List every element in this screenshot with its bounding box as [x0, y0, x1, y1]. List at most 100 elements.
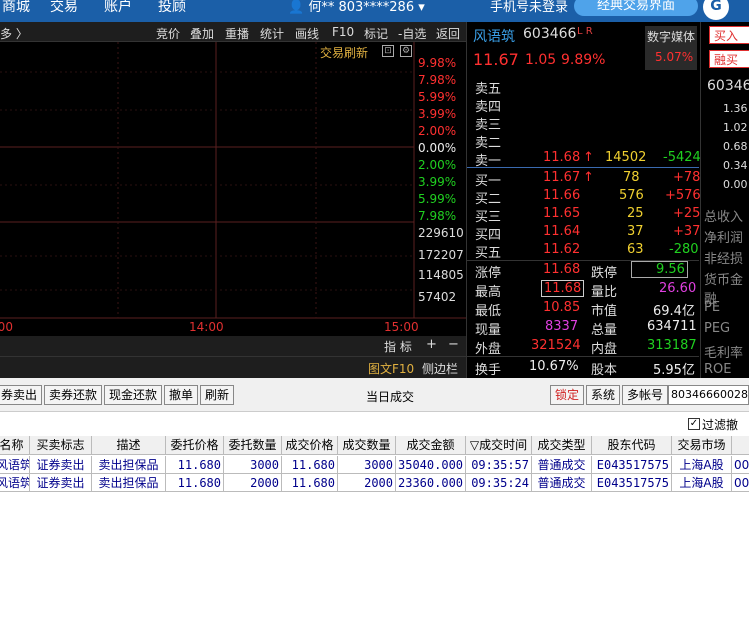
- sell-level-3: 卖三: [475, 118, 502, 133]
- arrow-up-icon: ↑: [583, 150, 594, 165]
- buy-level-4[interactable]: 买四 11.64 37 +37: [473, 224, 701, 243]
- col-header[interactable]: 成交价格: [282, 436, 338, 454]
- sell-securities-button[interactable]: 券卖出: [0, 385, 43, 405]
- col-header[interactable]: 成交类型: [532, 436, 592, 454]
- time-label: 14:00: [189, 320, 224, 334]
- toolbar-stats[interactable]: 统计: [260, 25, 284, 42]
- time-label: 9:00: [0, 320, 13, 334]
- toolbar-remove-watch[interactable]: -自选: [398, 25, 426, 42]
- sidebar-toggle[interactable]: 侧边栏: [422, 360, 458, 377]
- col-header-sorted[interactable]: ▽成交时间: [466, 436, 532, 454]
- zoom-out-button[interactable]: −: [448, 337, 459, 352]
- account-select[interactable]: 803466600286: [668, 385, 749, 405]
- volume-label: 172207: [418, 248, 464, 262]
- multi-account-button[interactable]: 多帐号: [622, 385, 669, 405]
- pct-label: 2.00%: [418, 124, 457, 138]
- side-label: PE: [704, 300, 721, 315]
- pct-label: 5.99%: [418, 90, 457, 104]
- col-header[interactable]: 成交数量: [338, 436, 396, 454]
- buy-level-1[interactable]: 买一 11.67 ↑ 78 +78: [473, 170, 701, 189]
- circle-menu-button[interactable]: G: [703, 0, 729, 20]
- stock-selector[interactable]: 多 〉: [0, 25, 28, 42]
- stats-row-low: 最低 10.85 市值 69.4亿: [475, 300, 695, 319]
- f10-tab[interactable]: 图文F10: [368, 360, 414, 377]
- sell-level-5: 卖五: [475, 82, 502, 97]
- col-header[interactable]: 描述: [92, 436, 166, 454]
- cancel-order-button[interactable]: 撤单: [164, 385, 199, 405]
- buy-level-2[interactable]: 买二 11.66 576 +576: [473, 188, 701, 207]
- buy-level-3[interactable]: 买三 11.65 25 +25: [473, 206, 701, 225]
- margin-buy-button[interactable]: 融买: [709, 50, 749, 68]
- trade-panel-toolbar: 券卖出 卖券还款 现金还款 撤单 刷新 当日成交 锁定 系统 多帐号 80346…: [0, 378, 749, 412]
- toolbar-overlay[interactable]: 叠加: [190, 25, 214, 42]
- col-header[interactable]: 委托价格: [166, 436, 224, 454]
- toolbar-replay[interactable]: 重播: [225, 25, 249, 42]
- col-header[interactable]: 名称: [0, 436, 30, 454]
- indicator-bar: 指 标 + −: [0, 336, 466, 356]
- pct-label-zero: 0.00%: [418, 141, 457, 155]
- chart-footer: 图文F10 侧边栏: [0, 356, 466, 378]
- orderbook-divider: [467, 167, 699, 168]
- stats-divider-2: [467, 356, 699, 357]
- stock-code: 603466: [523, 26, 577, 42]
- toolbar-auction[interactable]: 竞价: [156, 25, 180, 42]
- side-label: 毛利率: [704, 346, 744, 361]
- right-side-panel: 买入 融买 60346 1.36 1.02 0.68 0.34 0.00 总收入…: [700, 22, 749, 378]
- buy-button[interactable]: 买入: [709, 26, 749, 44]
- top-nav-bar: 商城 交易 账户 投顾 👤 何** 803****286 ▾ 手机号未登录 经典…: [0, 0, 749, 22]
- toolbar-f10[interactable]: F10: [332, 25, 354, 39]
- settings-icon[interactable]: ⚙: [400, 45, 412, 57]
- refresh-button[interactable]: 刷新: [200, 385, 235, 405]
- system-button[interactable]: 系统: [586, 385, 621, 405]
- side-value: 1.02: [723, 121, 748, 134]
- nav-advisor[interactable]: 投顾: [158, 0, 186, 16]
- pct-label: 5.99%: [418, 192, 457, 206]
- sell-repay-button[interactable]: 卖券还款: [44, 385, 103, 405]
- pct-label: 9.98%: [418, 56, 457, 70]
- indicator-button[interactable]: 指 标: [384, 338, 412, 355]
- sector-tag[interactable]: 数字媒体 5.07%: [645, 26, 697, 70]
- pct-label: 2.00%: [418, 158, 457, 172]
- chart-grid: [0, 42, 466, 319]
- volume-label: 114805: [418, 268, 464, 282]
- toolbar-back[interactable]: 返回: [436, 25, 460, 42]
- volume-label: 229610: [418, 226, 464, 240]
- nav-trade[interactable]: 交易: [50, 0, 78, 16]
- pct-label: 3.99%: [418, 107, 457, 121]
- classic-trade-button[interactable]: 经典交易界面: [574, 0, 698, 16]
- cash-repay-button[interactable]: 现金还款: [104, 385, 163, 405]
- side-stock-code: 60346: [707, 78, 749, 94]
- user-icon: 👤: [288, 0, 305, 15]
- col-header[interactable]: 委托数量: [224, 436, 282, 454]
- trade-refresh-label[interactable]: 交易刷新: [320, 44, 368, 61]
- col-header[interactable]: 买卖标志: [30, 436, 92, 454]
- col-header[interactable]: 成交金额: [396, 436, 466, 454]
- nav-mall[interactable]: 商城: [2, 0, 30, 16]
- table-row[interactable]: 风语筑 证券卖出 卖出担保品 11.680 3000 11.680 3000 3…: [0, 456, 749, 474]
- buy-level-5[interactable]: 买五 11.62 63 -280: [473, 242, 701, 261]
- intraday-chart[interactable]: 交易刷新 ⊡ ⚙ 9.98% 7.98% 5.99% 3.99% 2.00% 0…: [0, 42, 466, 336]
- lock-button[interactable]: 锁定: [550, 385, 585, 405]
- nav-account[interactable]: 账户: [104, 0, 132, 16]
- zoom-in-button[interactable]: +: [426, 337, 437, 352]
- stock-name: 风语筑: [473, 29, 515, 45]
- sell-level-4: 卖四: [475, 100, 502, 115]
- toolbar-draw[interactable]: 画线: [295, 25, 319, 42]
- phone-login-link[interactable]: 手机号未登录: [490, 0, 568, 15]
- sector-name: 数字媒体: [647, 30, 696, 44]
- toolbar-mark[interactable]: 标记: [364, 25, 388, 42]
- col-header[interactable]: 交易市场: [672, 436, 732, 454]
- window-icon[interactable]: ⊡: [382, 45, 394, 57]
- user-account-menu[interactable]: 👤 何** 803****286 ▾: [288, 0, 425, 15]
- panel-title: 当日成交: [366, 390, 415, 404]
- arrow-up-icon: ↑: [583, 170, 594, 185]
- sell-level-2: 卖二: [475, 136, 502, 151]
- table-row[interactable]: 风语筑 证券卖出 卖出担保品 11.680 2000 11.680 2000 2…: [0, 474, 749, 492]
- col-header[interactable]: 股东代码: [592, 436, 672, 454]
- col-header[interactable]: [732, 436, 749, 454]
- volume-label: 57402: [418, 290, 457, 304]
- filter-cancel-checkbox[interactable]: ✓: [688, 418, 700, 430]
- pct-label: 7.98%: [418, 209, 457, 223]
- chevron-down-icon: ▾: [418, 0, 425, 15]
- sector-pct: 5.07%: [655, 50, 694, 64]
